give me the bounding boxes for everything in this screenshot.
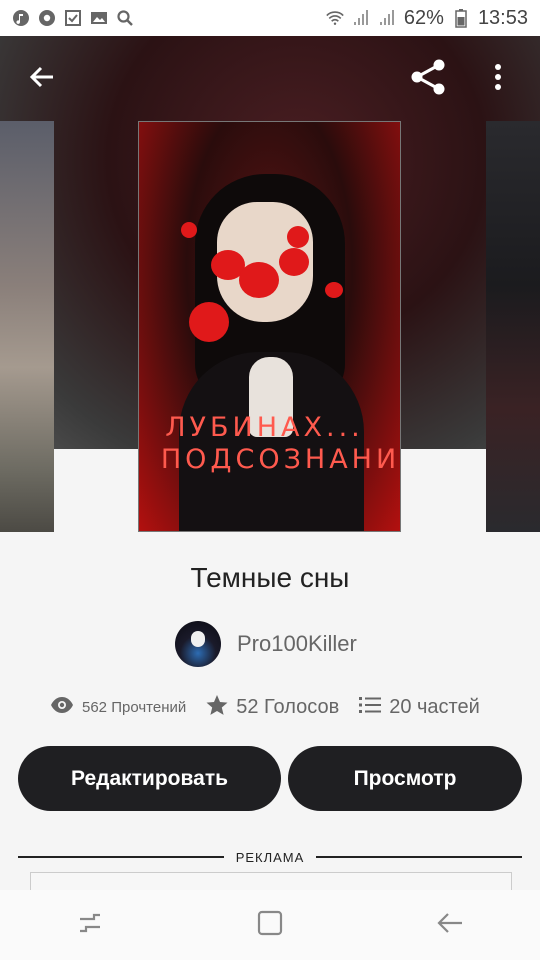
reads-count: 562 Прочтений [82,699,187,716]
status-bar: 62% 13:53 [0,0,540,36]
more-button[interactable] [472,53,524,105]
nav-back-button[interactable] [425,900,475,950]
avatar[interactable] [175,621,221,667]
signal-icon [352,9,370,27]
divider-line [18,856,224,858]
clock: 13:53 [477,6,528,29]
battery-icon [452,9,470,28]
cover-art-flower [181,222,197,238]
signal-icon-2 [378,9,396,27]
checkbox-icon [64,9,82,27]
book-cover[interactable]: ЛУБИНАХ... ПОДСОЗНАНИ [138,121,401,532]
home-icon [256,909,284,942]
cover-text-line1: ЛУБИНАХ... [165,412,364,443]
eye-icon [50,696,74,719]
star-icon [206,694,228,721]
cover-art-flower [189,302,229,342]
more-vertical-icon [494,63,502,96]
top-toolbar [0,36,540,122]
votes-count: 52 Голосов [236,696,340,718]
ad-divider: РЕКЛАМА [18,847,522,867]
author-name[interactable]: Pro100Killer [237,631,357,657]
status-left-icons [12,9,134,27]
chrome-icon [38,9,56,27]
recents-button[interactable] [65,900,115,950]
author-row[interactable]: Pro100Killer [175,621,357,667]
cover-art-flower [287,226,309,248]
story-stats: 562 Прочтений 52 Голосов 20 частей [50,694,500,721]
cover-text-line2: ПОДСОЗНАНИ [160,444,401,475]
toolbar-actions [402,53,524,105]
cover-next[interactable] [486,121,540,532]
home-button[interactable] [245,900,295,950]
reads-stat: 562 Прочтений [50,696,186,719]
parts-stat: 20 частей [359,696,480,719]
cover-art-flower [279,248,309,276]
cover-art-flower [239,262,279,298]
votes-stat: 52 Голосов [206,694,339,721]
back-arrow-icon [28,63,56,96]
parts-count: 20 частей [389,696,480,718]
status-right: 62% 13:53 [326,7,528,30]
divider-line [316,856,522,858]
ad-label: РЕКЛАМА [235,849,305,865]
nav-back-icon [436,911,464,940]
story-title: Темные сны [190,562,350,593]
music-note-icon [12,9,30,27]
share-button[interactable] [402,53,454,105]
cover-previous[interactable] [0,121,54,532]
back-button[interactable] [16,53,68,105]
wifi-icon [326,9,344,27]
view-button[interactable]: Просмотр [288,746,522,811]
image-icon [90,9,108,27]
list-icon [359,696,382,719]
cover-art-flower [325,282,343,298]
system-nav-bar [0,890,540,960]
recents-icon [76,911,104,940]
edit-button[interactable]: Редактировать [18,746,281,811]
battery-percent: 62% [403,6,444,29]
share-icon [408,57,448,102]
search-icon [116,9,134,27]
